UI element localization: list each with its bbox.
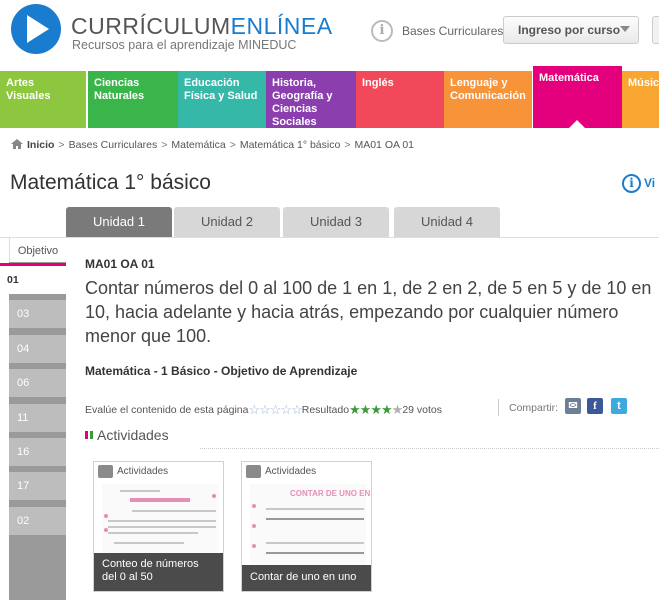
logo-play-icon[interactable] <box>11 4 61 54</box>
info-icon: i <box>622 174 641 193</box>
breadcrumb-current: MA01 OA 01 <box>354 139 415 151</box>
site-header: CURRÍCULUMENLÍNEA Recursos para el apren… <box>0 0 659 66</box>
facebook-icon[interactable]: f <box>587 398 603 414</box>
subject-tab-educacion-fisica[interactable]: Educación Física y Salud <box>178 71 266 128</box>
subject-tab-musica[interactable]: Música <box>622 71 659 128</box>
subject-tab-matematica[interactable]: Matemática <box>533 66 622 128</box>
subject-tab-lenguaje[interactable]: Lenguaje y Comunicación <box>444 71 532 128</box>
document-icon <box>246 465 261 478</box>
activity-card[interactable]: Actividades Conteo de números del 0 al 5… <box>93 461 224 592</box>
subject-tab-historia[interactable]: Historia, Geografía y Ciencias Sociales <box>266 71 356 128</box>
objetivo-label: Objetivo <box>9 238 66 262</box>
subject-nav: Artes Visuales Ciencias Naturales Educac… <box>0 66 659 128</box>
objective-item[interactable]: 03 <box>9 300 66 328</box>
info-icon[interactable]: i <box>371 20 393 42</box>
objective-text: Contar números del 0 al 100 de 1 en 1, d… <box>85 278 652 346</box>
card-doc-title: CONTAR DE UNO EN U <box>290 489 372 498</box>
header-extra-button[interactable] <box>652 16 659 44</box>
subject-tab-ingles[interactable]: Inglés <box>356 71 444 128</box>
rating-row: Evalúe el contenido de esta página☆☆☆☆☆R… <box>85 402 442 418</box>
tab-unidad-3[interactable]: Unidad 3 <box>283 207 389 237</box>
evaluate-label: Evalúe el contenido de esta página <box>85 404 249 416</box>
page-title: Matemática 1° básico <box>10 171 211 194</box>
document-icon <box>98 465 113 478</box>
tab-unidad-4[interactable]: Unidad 4 <box>394 207 500 237</box>
activity-card[interactable]: Actividades CONTAR DE UNO EN U Contar de… <box>241 461 372 592</box>
ver-button[interactable]: i Vi <box>622 174 655 193</box>
subject-tab-artes-visuales[interactable]: Artes Visuales <box>0 71 86 128</box>
objective-meta: Matemática - 1 Básico - Objetivo de Apre… <box>85 364 358 378</box>
bases-curriculares-link[interactable]: Bases Curriculares <box>402 24 503 38</box>
objective-item-active[interactable]: 01 <box>0 266 66 294</box>
objective-item[interactable]: 17 <box>9 472 66 500</box>
breadcrumb-home[interactable]: Inicio <box>27 139 54 151</box>
card-caption: Contar de uno en uno <box>242 565 371 591</box>
objective-item[interactable]: 04 <box>9 335 66 363</box>
objective-code: MA01 OA 01 <box>85 257 155 271</box>
breadcrumb-matematica[interactable]: Matemática <box>171 139 225 151</box>
actividades-header: Actividades <box>85 427 169 443</box>
card-tag: Actividades <box>94 462 223 482</box>
card-caption: Conteo de números del 0 al 50 <box>94 553 223 591</box>
ingreso-label: Ingreso por curso <box>518 23 621 37</box>
objective-item[interactable]: 06 <box>9 369 66 397</box>
active-subject-pointer <box>569 120 585 128</box>
email-icon[interactable]: ✉ <box>565 398 581 414</box>
breadcrumb: Inicio > Bases Curriculares > Matemática > Mat… <box>10 138 414 151</box>
breadcrumb-curso[interactable]: Matemática 1° básico <box>240 139 341 151</box>
twitter-icon[interactable]: t <box>611 398 627 414</box>
ingreso-por-curso-dropdown[interactable]: Ingreso por curso <box>503 16 639 44</box>
rate-stars-input[interactable]: ☆☆☆☆☆ <box>248 402 302 418</box>
votes-count: 29 votos <box>402 404 443 416</box>
result-stars-icon: ★★★★★ <box>349 402 403 417</box>
tab-unidad-2[interactable]: Unidad 2 <box>174 207 280 237</box>
tab-unidad-1[interactable]: Unidad 1 <box>66 207 172 237</box>
share-label: Compartir: <box>509 402 559 414</box>
objective-item[interactable]: 16 <box>9 438 66 466</box>
logo-subtitle: Recursos para el aprendizaje MINEDUC <box>72 38 297 52</box>
card-tag: Actividades <box>242 462 371 482</box>
grid-dots-icon <box>85 431 93 439</box>
objective-item[interactable]: 02 <box>9 507 66 535</box>
logo-title[interactable]: CURRÍCULUMENLÍNEA <box>71 13 333 40</box>
objective-item[interactable]: 11 <box>9 404 66 432</box>
result-label: Resultado <box>301 404 350 416</box>
share-divider <box>498 399 499 416</box>
breadcrumb-bases[interactable]: Bases Curriculares <box>69 139 158 151</box>
home-icon <box>11 139 23 149</box>
chevron-down-icon <box>620 26 630 32</box>
section-rule <box>200 448 659 449</box>
subject-tab-ciencias-naturales[interactable]: Ciencias Naturales <box>88 71 178 128</box>
card-thumbnail: CONTAR DE UNO EN U <box>250 484 371 574</box>
